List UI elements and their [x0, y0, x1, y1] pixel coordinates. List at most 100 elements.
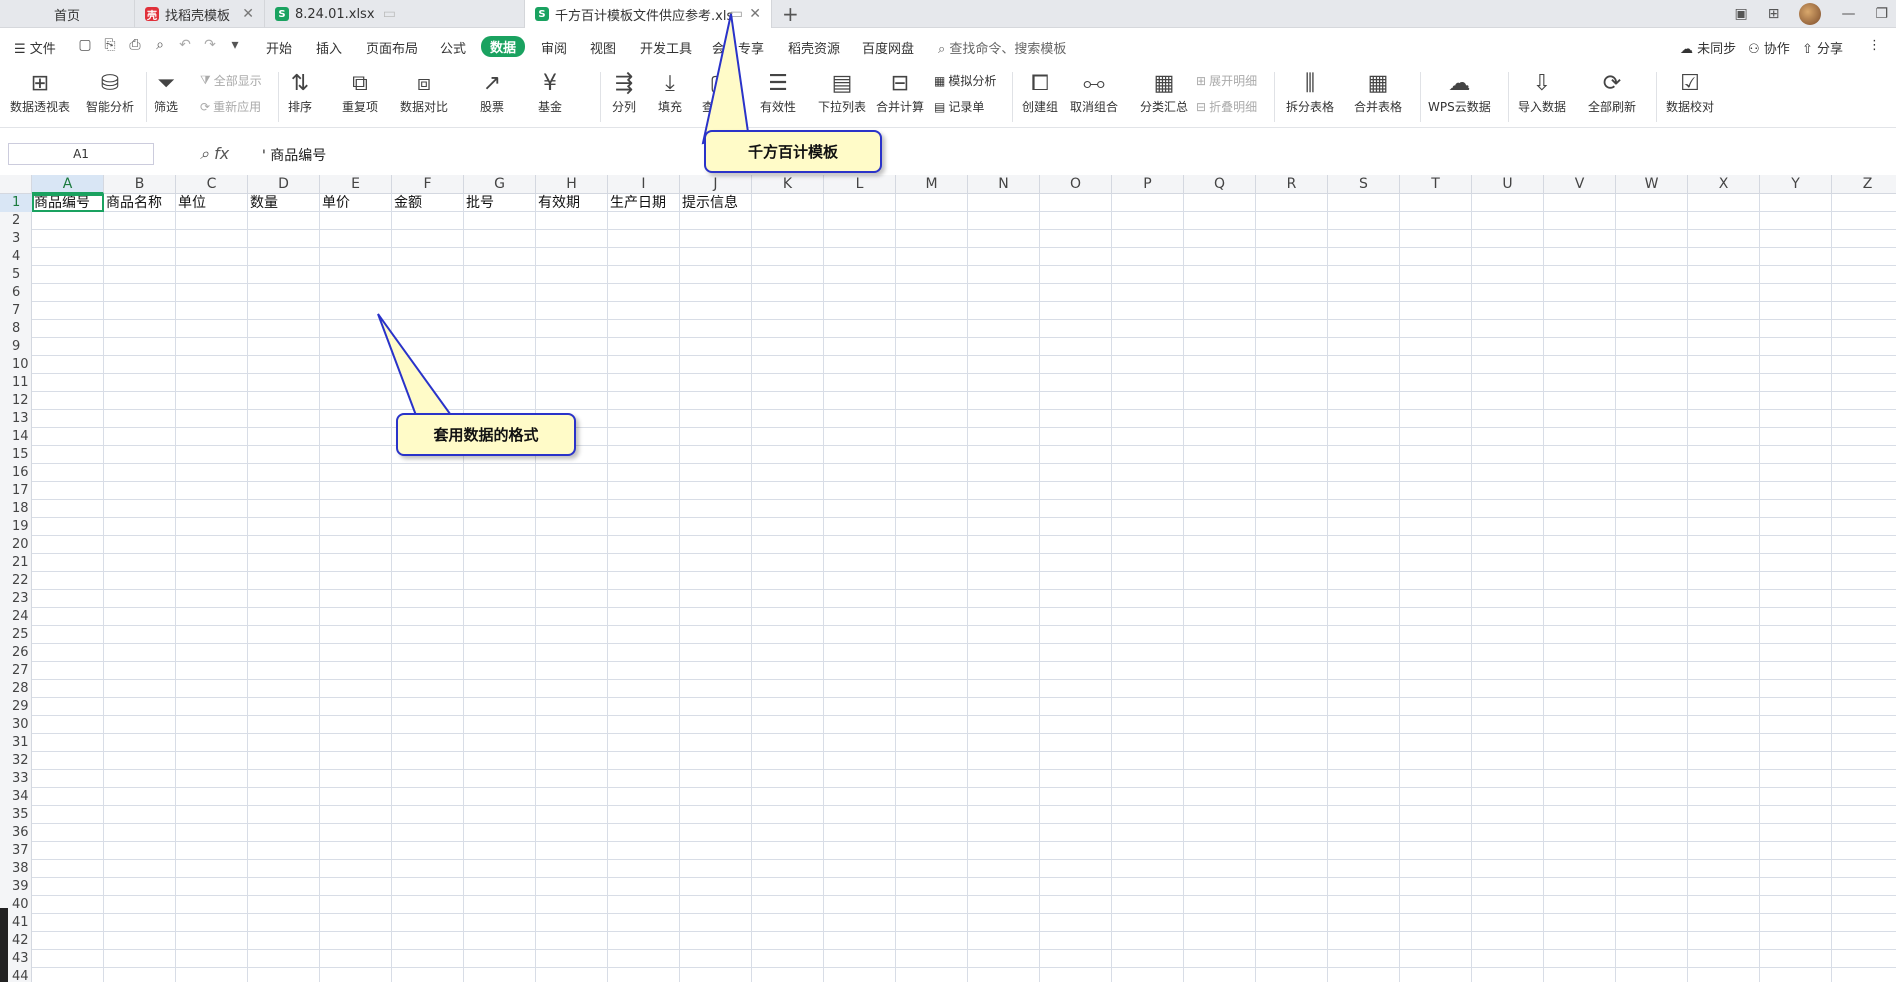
column-header-f[interactable]: F	[392, 175, 464, 194]
header-cell[interactable]: 批号	[464, 194, 536, 212]
row-header[interactable]: 1	[0, 194, 32, 212]
create-group-button[interactable]: ⧠ 创建组	[1022, 68, 1058, 115]
row-header[interactable]: 36	[0, 824, 32, 842]
validity-button[interactable]: ☰ 有效性	[760, 68, 796, 115]
filter-button[interactable]: ⏷ 筛选	[154, 68, 178, 115]
row-header[interactable]: 7	[0, 302, 32, 320]
fx-icon[interactable]: fx	[214, 144, 229, 163]
column-header-l[interactable]: L	[824, 175, 896, 194]
column-header-y[interactable]: Y	[1760, 175, 1832, 194]
row-header[interactable]: 25	[0, 626, 32, 644]
column-header-o[interactable]: O	[1040, 175, 1112, 194]
column-header-q[interactable]: Q	[1184, 175, 1256, 194]
undo-icon[interactable]: ↶	[176, 37, 194, 55]
column-header-h[interactable]: H	[536, 175, 608, 194]
import-data-button[interactable]: ⇩ 导入数据	[1518, 68, 1566, 115]
column-header-w[interactable]: W	[1616, 175, 1688, 194]
header-cell[interactable]: 生产日期	[608, 194, 680, 212]
sort-button[interactable]: ⇅ 排序	[288, 68, 312, 115]
menu-item-insert[interactable]: 插入	[316, 38, 342, 57]
preview-icon[interactable]: ⌕	[151, 37, 169, 55]
row-header[interactable]: 27	[0, 662, 32, 680]
subtotal-button[interactable]: ▦ 分类汇总	[1140, 68, 1188, 115]
more-icon[interactable]: ⋮	[1868, 38, 1881, 53]
merge-calc-button[interactable]: ⊟ 合并计算	[876, 68, 924, 115]
tab-file-2[interactable]: S 千方百计模板文件供应参考.xls ▭ ✕	[525, 0, 772, 28]
search-command[interactable]: ⌕ 查找命令、搜索模板	[938, 38, 1066, 57]
menu-item-formula[interactable]: 公式	[440, 38, 466, 57]
layout-icon[interactable]: ▣	[1734, 6, 1747, 22]
row-header[interactable]: 6	[0, 284, 32, 302]
column-header-d[interactable]: D	[248, 175, 320, 194]
column-header-b[interactable]: B	[104, 175, 176, 194]
column-header-s[interactable]: S	[1328, 175, 1400, 194]
tab-home[interactable]: 首页	[0, 0, 135, 28]
row-header[interactable]: 26	[0, 644, 32, 662]
row-header[interactable]: 13	[0, 410, 32, 428]
row-header[interactable]: 9	[0, 338, 32, 356]
row-header[interactable]: 2	[0, 212, 32, 230]
column-header-a[interactable]: A	[32, 175, 104, 194]
select-all-corner[interactable]	[0, 175, 32, 194]
row-header[interactable]: 23	[0, 590, 32, 608]
row-header[interactable]: 15	[0, 446, 32, 464]
file-menu[interactable]: ☰ 文件	[14, 38, 56, 57]
header-cell[interactable]: 商品名称	[104, 194, 176, 212]
row-header[interactable]: 34	[0, 788, 32, 806]
row-header[interactable]: 18	[0, 500, 32, 518]
menu-item-devtools[interactable]: 开发工具	[640, 38, 692, 57]
row-header[interactable]: 11	[0, 374, 32, 392]
menu-item-docer[interactable]: 稻壳资源	[788, 38, 840, 57]
refresh-all-button[interactable]: ⟳ 全部刷新	[1588, 68, 1636, 115]
row-header[interactable]: 17	[0, 482, 32, 500]
simulate-button[interactable]: ▦ 模拟分析	[934, 72, 996, 89]
header-cell[interactable]: 数量	[248, 194, 320, 212]
row-header[interactable]: 29	[0, 698, 32, 716]
row-header[interactable]: 3	[0, 230, 32, 248]
row-header[interactable]: 16	[0, 464, 32, 482]
header-cell[interactable]: 单价	[320, 194, 392, 212]
row-header[interactable]: 37	[0, 842, 32, 860]
duplicate-button[interactable]: ⧉ 重复项	[342, 68, 378, 115]
row-header[interactable]: 22	[0, 572, 32, 590]
ungroup-button[interactable]: ⧟ 取消组合	[1070, 68, 1118, 115]
column-header-g[interactable]: G	[464, 175, 536, 194]
add-tab-icon[interactable]: +	[782, 2, 799, 26]
header-cell[interactable]: 单位	[176, 194, 248, 212]
redo-icon[interactable]: ↷	[201, 37, 219, 55]
close-icon[interactable]: ✕	[749, 6, 761, 22]
formula-input[interactable]: ' 商品编号	[262, 145, 326, 165]
row-header[interactable]: 32	[0, 752, 32, 770]
header-cell[interactable]: 金额	[392, 194, 464, 212]
active-cell[interactable]: 商品编号	[32, 194, 104, 212]
wps-cloud-button[interactable]: ☁ WPS云数据	[1428, 68, 1491, 115]
column-header-r[interactable]: R	[1256, 175, 1328, 194]
column-header-m[interactable]: M	[896, 175, 968, 194]
lookup-entry-button[interactable]: ▢ 查找录	[702, 68, 738, 115]
column-header-x[interactable]: X	[1688, 175, 1760, 194]
row-header[interactable]: 24	[0, 608, 32, 626]
merge-table-button[interactable]: ▦ 合并表格	[1354, 68, 1402, 115]
row-header[interactable]: 28	[0, 680, 32, 698]
reapply-button[interactable]: ⟳ 重新应用	[200, 98, 261, 115]
chevron-down-icon[interactable]: ▾	[226, 37, 244, 55]
collab-button[interactable]: ⚇ 协作	[1748, 38, 1790, 57]
column-header-e[interactable]: E	[320, 175, 392, 194]
apps-icon[interactable]: ⊞	[1768, 6, 1780, 22]
data-verify-button[interactable]: ☑ 数据校对	[1666, 68, 1714, 115]
column-header-t[interactable]: T	[1400, 175, 1472, 194]
menu-item-view[interactable]: 视图	[590, 38, 616, 57]
menu-item-member[interactable]: 会员专享	[712, 38, 764, 57]
column-header-p[interactable]: P	[1112, 175, 1184, 194]
share-button[interactable]: ⇧ 分享	[1802, 38, 1843, 57]
restore-icon[interactable]: ❐	[1875, 6, 1888, 22]
menu-item-data[interactable]: 数据	[481, 36, 526, 57]
fill-button[interactable]: ⤓ 填充	[658, 68, 682, 115]
column-header-v[interactable]: V	[1544, 175, 1616, 194]
split-table-button[interactable]: ⫼ 拆分表格	[1286, 68, 1334, 115]
menu-item-review[interactable]: 审阅	[541, 38, 567, 57]
row-header[interactable]: 33	[0, 770, 32, 788]
record-form-button[interactable]: ▤ 记录单	[934, 98, 984, 115]
stock-button[interactable]: ↗ 股票	[480, 68, 504, 115]
column-header-i[interactable]: I	[608, 175, 680, 194]
